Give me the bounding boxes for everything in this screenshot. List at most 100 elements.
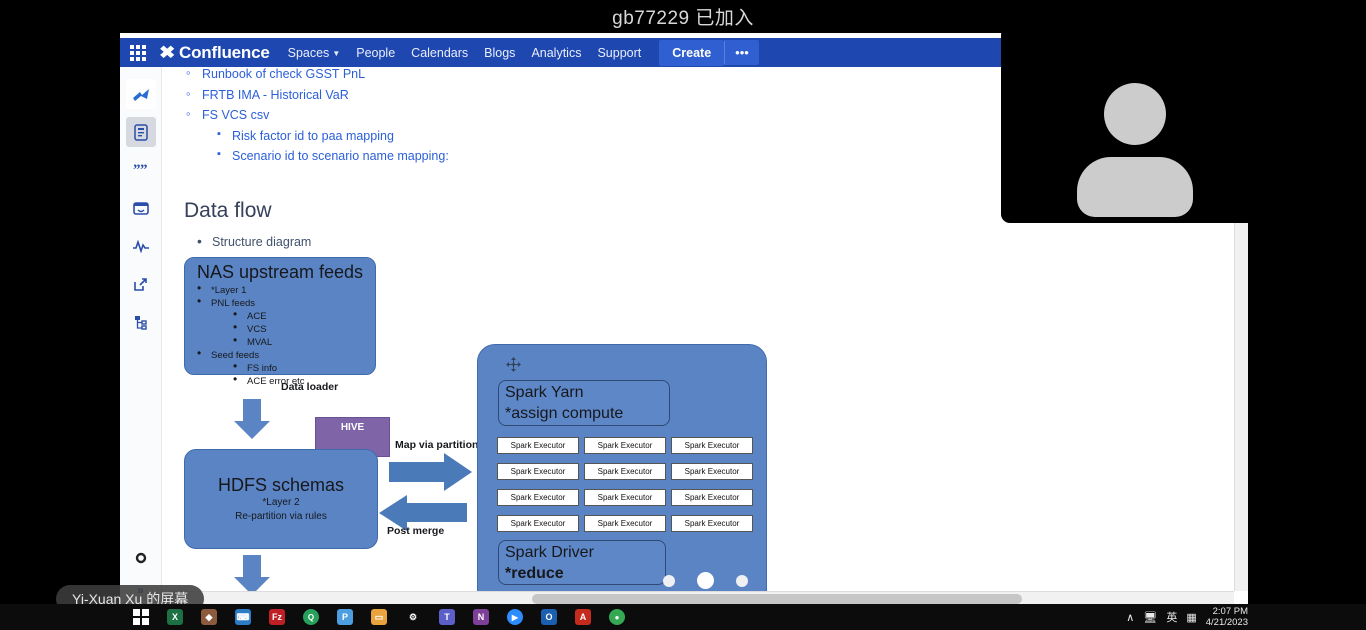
avatar-head-icon <box>1104 83 1166 145</box>
list-item: Structure diagram <box>194 233 1184 249</box>
create-button[interactable]: Create <box>659 39 725 66</box>
show-hidden-icons-icon[interactable]: ∧ <box>1126 611 1134 624</box>
outlook-icon[interactable]: O <box>532 604 566 630</box>
confluence-brand[interactable]: ✖ Confluence <box>159 43 270 63</box>
excel-icon-glyph: X <box>167 609 183 625</box>
diagram-node-nas-upstream-feeds[interactable]: NAS upstream feeds *Layer 1 PNL feeds AC… <box>184 257 376 387</box>
ms-teams-icon-glyph: T <box>439 609 455 625</box>
spark-yarn-title: Spark Yarn <box>505 384 584 401</box>
chrome-icon[interactable]: ● <box>600 604 634 630</box>
settings-gear-icon-glyph: ⚙ <box>405 609 421 625</box>
powerpoint-icon[interactable]: P <box>328 604 362 630</box>
hdfs-sub2: Re-partition via rules <box>235 510 327 522</box>
paint-3d-icon-glyph: ◆ <box>201 609 217 625</box>
spark-executor-node[interactable]: Spark Executor <box>497 463 579 480</box>
file-explorer-icon-glyph: ▭ <box>371 609 387 625</box>
filezilla-icon[interactable]: Fz <box>260 604 294 630</box>
nav-link-spaces[interactable]: Spaces ▼ <box>288 46 341 60</box>
nas-title: NAS upstream feeds <box>196 262 364 282</box>
quote-icon: ”” <box>133 163 148 177</box>
clock-time: 2:07 PM <box>1212 606 1248 617</box>
ime-language-icon[interactable]: 英 <box>1166 609 1177 625</box>
move-handle-icon[interactable] <box>505 357 521 373</box>
page-tree-icon <box>135 315 147 330</box>
onenote-icon-glyph: N <box>473 609 489 625</box>
sidebar-item-share[interactable] <box>126 269 156 299</box>
windows-start-icon[interactable] <box>124 604 158 630</box>
spark-executor-node[interactable]: Spark Executor <box>671 463 753 480</box>
label-data-loader: Data loader <box>281 381 339 393</box>
diagram-node-spark-driver[interactable]: Spark Driver *reduce <box>498 540 666 585</box>
spark-executor-node[interactable]: Spark Executor <box>671 489 753 506</box>
app-grid-icon[interactable] <box>130 44 146 61</box>
nav-link-people[interactable]: People <box>356 46 395 60</box>
svg-text:”: ” <box>140 163 148 177</box>
hdfs-title: HDFS schemas <box>217 474 345 495</box>
nav-more-button[interactable]: ••• <box>724 40 759 65</box>
screen-root: gb77229 已加入 ✖ Confluence Spaces ▼ People … <box>0 0 1366 630</box>
diagram-node-hdfs-schemas[interactable]: HDFS schemas *Layer 2 Re-partition via r… <box>184 449 378 549</box>
nav-link-calendars[interactable]: Calendars <box>411 46 468 60</box>
nav-link-analytics[interactable]: Analytics <box>531 46 581 60</box>
onenote-icon[interactable]: N <box>464 604 498 630</box>
nas-item: VCS <box>229 321 375 336</box>
gear-icon <box>135 552 146 564</box>
taskbar-clock[interactable]: 2:07 PM 4/21/2023 <box>1206 606 1248 628</box>
green-app-icon-glyph: Q <box>303 609 319 625</box>
carousel-dot[interactable] <box>663 574 675 587</box>
action-center-icon[interactable]: ▦ <box>1186 611 1196 624</box>
confluence-sidebar-rail: ”” » <box>120 67 162 605</box>
sidebar-item-confluence-logo[interactable] <box>125 79 156 109</box>
sidebar-item-calendars[interactable] <box>126 193 156 223</box>
network-icon[interactable]: 🖥 <box>1143 611 1157 624</box>
sidebar-settings-button[interactable] <box>126 543 156 573</box>
horizontal-scrollbar-thumb[interactable] <box>532 594 1022 604</box>
chevron-down-icon: ▼ <box>332 48 341 58</box>
excel-icon[interactable]: X <box>158 604 192 630</box>
sidebar-item-page-tree[interactable] <box>126 307 156 337</box>
participant-video-tile[interactable] <box>1001 26 1265 223</box>
spark-executor-node[interactable]: Spark Executor <box>671 437 753 454</box>
spark-executor-node[interactable]: Spark Executor <box>671 515 753 532</box>
file-explorer-icon[interactable]: ▭ <box>362 604 396 630</box>
sidebar-item-analytics[interactable] <box>126 231 156 261</box>
spark-executor-node[interactable]: Spark Executor <box>497 437 579 454</box>
green-app-icon[interactable]: Q <box>294 604 328 630</box>
carousel-dot-active[interactable] <box>697 572 714 589</box>
spark-executor-node[interactable]: Spark Executor <box>584 515 666 532</box>
zoom-icon[interactable]: ▶ <box>498 604 532 630</box>
chrome-icon-glyph: ● <box>609 609 625 625</box>
nas-items: *Layer 1 PNL feeds ACE VCS MVAL Seed fee… <box>185 282 375 388</box>
settings-gear-icon[interactable]: ⚙ <box>396 604 430 630</box>
ms-teams-icon[interactable]: T <box>430 604 464 630</box>
spark-executor-node[interactable]: Spark Executor <box>497 515 579 532</box>
carousel-dot[interactable] <box>736 574 748 587</box>
meeting-join-text: gb77229 已加入 <box>612 8 754 29</box>
spark-yarn-sub: *assign compute <box>505 405 624 422</box>
diagram-node-spark-yarn[interactable]: Spark Yarn *assign compute <box>498 380 670 426</box>
spark-executor-node[interactable]: Spark Executor <box>584 463 666 480</box>
arrow-down-data-loader <box>234 399 270 441</box>
sidebar-item-pages[interactable] <box>125 117 156 147</box>
vscode-icon[interactable]: ⌨ <box>226 604 260 630</box>
spark-executor-grid: Spark Executor Spark Executor Spark Execut… <box>497 437 753 532</box>
nas-item: *Layer 1 <box>193 282 375 297</box>
label-map-via-partition: Map via partition <box>395 439 479 451</box>
zoom-icon-glyph: ▶ <box>507 609 523 625</box>
nav-link-support[interactable]: Support <box>597 46 641 60</box>
diagram-node-spark-cluster[interactable]: Spark Yarn *assign compute Spark Executo… <box>477 344 767 605</box>
paint-3d-icon[interactable]: ◆ <box>192 604 226 630</box>
analytics-icon <box>132 239 149 253</box>
sidebar-item-blogs[interactable]: ”” <box>126 155 156 185</box>
system-tray: ∧ 🖥 英 ▦ 2:07 PM 4/21/2023 <box>1126 606 1366 628</box>
pdf-reader-icon[interactable]: A <box>566 604 600 630</box>
outlook-icon-glyph: O <box>541 609 557 625</box>
vscode-icon-glyph: ⌨ <box>235 609 251 625</box>
spark-executor-node[interactable]: Spark Executor <box>584 489 666 506</box>
nav-link-blogs[interactable]: Blogs <box>484 46 515 60</box>
spark-executor-node[interactable]: Spark Executor <box>497 489 579 506</box>
horizontal-scrollbar[interactable] <box>162 591 1234 605</box>
hive-label: HIVE <box>340 422 365 433</box>
pdf-reader-icon-glyph: A <box>575 609 591 625</box>
spark-executor-node[interactable]: Spark Executor <box>584 437 666 454</box>
